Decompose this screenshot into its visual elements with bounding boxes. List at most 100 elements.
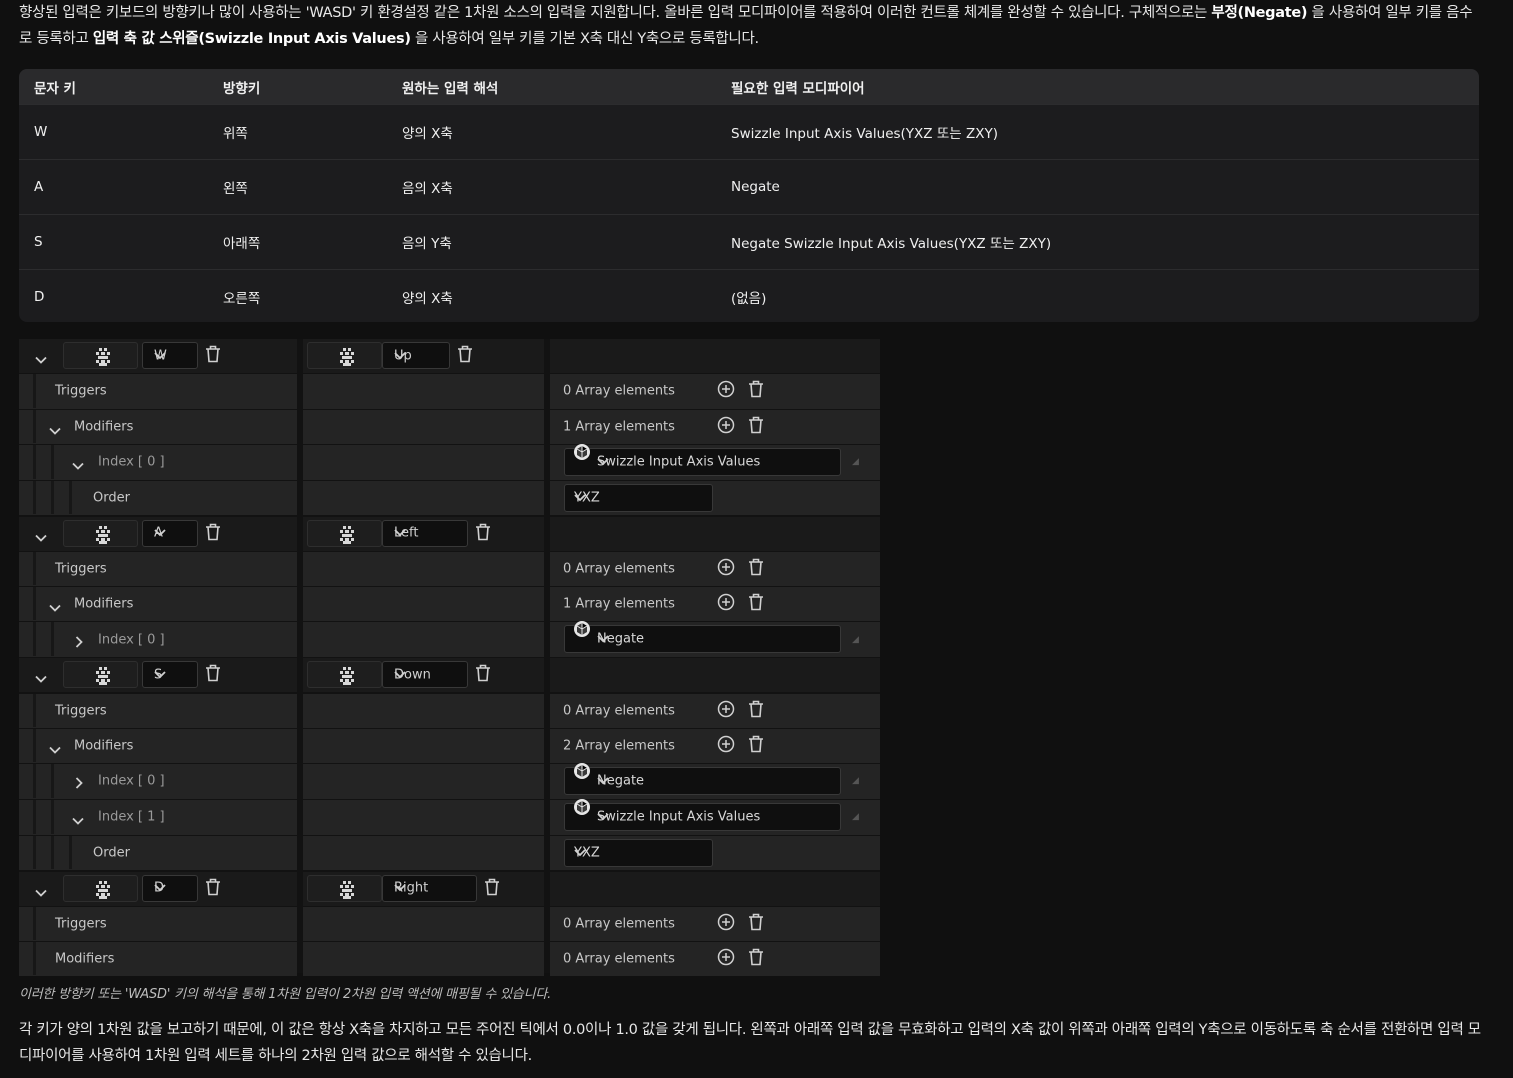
collapse-index-icon[interactable] xyxy=(72,810,86,826)
delete-all-icon[interactable] xyxy=(748,416,764,438)
order-dropdown[interactable]: YXZ xyxy=(564,483,713,512)
triggers-label: Triggers xyxy=(55,703,107,719)
expand-modifiers-icon[interactable] xyxy=(49,739,63,754)
delete-all-icon[interactable] xyxy=(748,558,764,580)
add-element-icon[interactable] xyxy=(717,593,735,615)
indent-guide xyxy=(69,835,72,870)
row-label-cell: W xyxy=(19,339,297,374)
delete-arrow-mapping-icon[interactable] xyxy=(484,878,500,900)
indent-guide xyxy=(33,693,36,727)
row-middle-cell xyxy=(303,942,544,977)
row-middle-cell xyxy=(303,551,544,587)
add-element-icon[interactable] xyxy=(717,735,735,757)
row-value-cell: Negate ◢ xyxy=(550,621,880,658)
key-selector-button[interactable] xyxy=(307,874,382,902)
header-desired-interpretation: 원하는 입력 해석 xyxy=(402,80,499,97)
add-element-icon[interactable] xyxy=(717,416,735,438)
expand-index-icon[interactable] xyxy=(75,633,89,648)
order-dropdown[interactable]: YXZ xyxy=(564,838,713,867)
key-dropdown[interactable]: A xyxy=(142,519,198,547)
delete-all-icon[interactable] xyxy=(748,700,764,722)
cell-interpretation: 음의 X축 xyxy=(402,181,453,197)
delete-all-icon[interactable] xyxy=(748,948,764,970)
key-selector-button[interactable] xyxy=(307,342,382,369)
row-middle-cell xyxy=(303,835,544,871)
array-count: 2 Array elements xyxy=(563,738,675,754)
add-element-icon[interactable] xyxy=(717,913,735,935)
add-element-icon[interactable] xyxy=(717,380,735,402)
row-value-cell: 2 Array elements xyxy=(550,728,880,764)
key-selector-button[interactable] xyxy=(63,661,138,689)
modifier-class-icon xyxy=(573,443,591,465)
key-selector-button[interactable] xyxy=(63,874,138,902)
row-value-cell: 1 Array elements xyxy=(550,409,880,444)
arrow-key-dropdown[interactable]: Up xyxy=(382,342,450,369)
key-selector-button[interactable] xyxy=(63,342,138,369)
expand-index-icon[interactable] xyxy=(75,774,89,790)
table-header: 문자 키 방향키 원하는 입력 해석 필요한 입력 모디파이어 xyxy=(19,69,1479,104)
input-mapping-editor: W Up Triggers 0 Array elements Modifiers 1 Ar… xyxy=(19,339,880,977)
collapse-chevron-icon[interactable] xyxy=(35,882,49,897)
key-dropdown[interactable]: D xyxy=(142,874,198,902)
row-value-cell: 0 Array elements xyxy=(550,906,880,942)
chevron-down-icon xyxy=(597,774,832,789)
swizzle-term: 입력 축 값 스위즐(Swizzle Input Axis Values) xyxy=(92,30,411,47)
row-middle-cell xyxy=(303,764,544,799)
delete-mapping-icon[interactable] xyxy=(205,523,221,545)
delete-all-icon[interactable] xyxy=(748,380,764,402)
indent-guide xyxy=(51,480,54,515)
add-element-icon[interactable] xyxy=(717,700,735,722)
chevron-down-icon xyxy=(394,526,459,541)
triggers-label: Triggers xyxy=(55,561,107,577)
modifier-class-dropdown[interactable]: Negate xyxy=(564,621,841,654)
order-label: Order xyxy=(93,490,130,506)
delete-all-icon[interactable] xyxy=(748,735,764,757)
row-label-cell: D xyxy=(19,871,297,906)
key-selector-button[interactable] xyxy=(307,519,382,547)
row-label-cell: Index [ 0 ] xyxy=(19,622,297,658)
delete-mapping-icon[interactable] xyxy=(205,664,221,686)
row-value-cell: Swizzle Input Axis Values ◢ xyxy=(550,443,880,480)
modifier-class-dropdown[interactable]: Swizzle Input Axis Values xyxy=(564,798,841,831)
delete-arrow-mapping-icon[interactable] xyxy=(475,523,491,545)
key-selector-button[interactable] xyxy=(63,519,138,547)
collapse-chevron-icon[interactable] xyxy=(35,668,49,684)
row-middle-cell: Down xyxy=(303,658,544,693)
delete-all-icon[interactable] xyxy=(748,913,764,935)
expand-modifiers-icon[interactable] xyxy=(49,420,63,435)
delete-mapping-icon[interactable] xyxy=(205,345,221,367)
header-letter-key: 문자 키 xyxy=(34,80,76,97)
modifiers-row: Modifiers 0 Array elements xyxy=(19,942,880,977)
key-dropdown[interactable]: W xyxy=(142,342,198,369)
cell-arrow: 아래쪽 xyxy=(223,236,261,252)
array-count: 0 Array elements xyxy=(563,383,675,399)
collapse-index-icon[interactable] xyxy=(72,455,86,471)
key-selector-button[interactable] xyxy=(307,661,382,689)
expand-modifiers-icon[interactable] xyxy=(49,597,63,613)
arrow-key-dropdown[interactable]: Right xyxy=(382,874,477,902)
delete-mapping-icon[interactable] xyxy=(205,878,221,900)
intro-text-1: 향상된 입력은 키보드의 방향키나 많이 사용하는 'WASD' 키 환경설정 … xyxy=(19,5,1212,21)
arrow-key-dropdown[interactable]: Down xyxy=(382,661,468,689)
row-middle-cell: Right xyxy=(303,871,544,906)
delete-all-icon[interactable] xyxy=(748,593,764,615)
delete-arrow-mapping-icon[interactable] xyxy=(475,664,491,686)
row-label-cell: Order xyxy=(19,835,297,871)
triggers-label: Triggers xyxy=(55,916,107,932)
modifier-class-dropdown[interactable]: Swizzle Input Axis Values xyxy=(564,443,841,476)
triggers-row: Triggers 0 Array elements xyxy=(19,551,880,587)
indent-guide xyxy=(33,728,36,763)
indent-guide xyxy=(33,480,36,515)
chevron-down-icon xyxy=(154,881,189,896)
delete-arrow-mapping-icon[interactable] xyxy=(457,345,473,367)
indent-guide xyxy=(33,409,36,443)
modifiers-row: Modifiers 2 Array elements xyxy=(19,728,880,764)
key-dropdown[interactable]: S xyxy=(142,661,198,689)
arrow-key-dropdown[interactable]: Left xyxy=(382,519,468,547)
collapse-chevron-icon[interactable] xyxy=(35,349,49,364)
row-middle-cell xyxy=(303,480,544,516)
collapse-chevron-icon[interactable] xyxy=(35,527,49,542)
add-element-icon[interactable] xyxy=(717,948,735,970)
add-element-icon[interactable] xyxy=(717,558,735,580)
modifier-class-dropdown[interactable]: Negate xyxy=(564,763,841,796)
